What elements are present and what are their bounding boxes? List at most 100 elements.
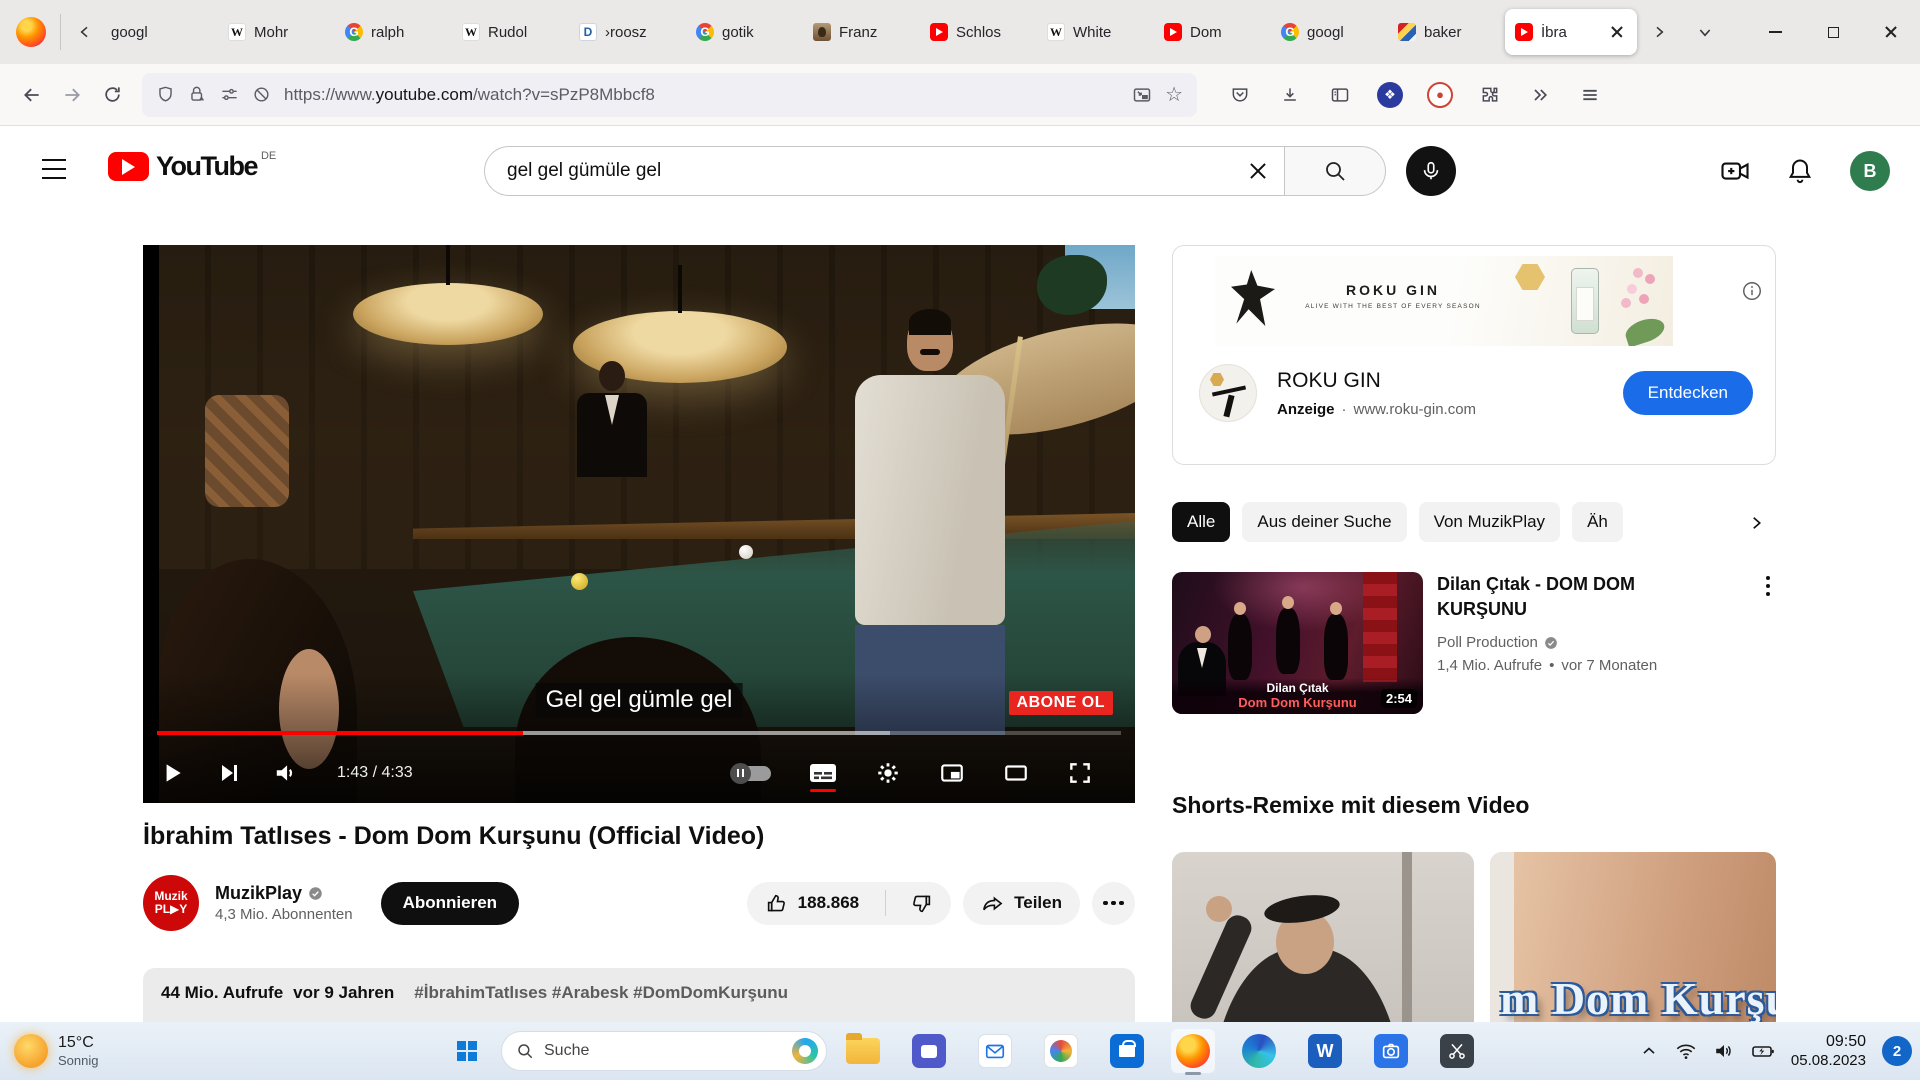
firefox-taskbar-button[interactable] bbox=[1171, 1029, 1215, 1073]
browser-tab[interactable]: googl bbox=[101, 9, 218, 55]
reload-button[interactable] bbox=[92, 75, 132, 115]
overflow-menu-button[interactable] bbox=[1519, 75, 1561, 115]
list-all-tabs-button[interactable] bbox=[1689, 12, 1721, 52]
subscribe-button[interactable]: Abonnieren bbox=[381, 882, 519, 925]
mail-button[interactable] bbox=[973, 1029, 1017, 1073]
hashtags[interactable]: #İbrahimTatlıses #Arabesk #DomDomKurşunu bbox=[414, 983, 788, 1003]
description-box[interactable]: 44 Mio. Aufrufe vor 9 Jahren #İbrahimTat… bbox=[143, 968, 1135, 1022]
wifi-icon[interactable] bbox=[1675, 1040, 1697, 1062]
extension-blue-button[interactable]: ❖ bbox=[1369, 75, 1411, 115]
camera-app-button[interactable] bbox=[1369, 1029, 1413, 1073]
app-menu-button[interactable] bbox=[1569, 75, 1611, 115]
bookmark-star-icon[interactable]: ☆ bbox=[1165, 82, 1183, 107]
next-video-icon[interactable] bbox=[217, 761, 241, 785]
blocked-permission-icon[interactable] bbox=[252, 85, 271, 104]
dislike-button[interactable] bbox=[896, 892, 951, 915]
suggested-title[interactable]: Dilan Çıtak - DOM DOM KURŞUNU bbox=[1437, 572, 1719, 622]
forward-button[interactable] bbox=[52, 75, 92, 115]
share-button[interactable]: Teilen bbox=[963, 882, 1080, 925]
volume-icon[interactable] bbox=[273, 760, 299, 786]
shield-icon[interactable] bbox=[156, 85, 175, 104]
create-video-icon[interactable] bbox=[1720, 156, 1750, 186]
browser-tab[interactable]: Dom bbox=[1154, 9, 1271, 55]
pocket-button[interactable] bbox=[1219, 75, 1261, 115]
theater-mode-icon[interactable] bbox=[1003, 760, 1029, 786]
notification-count-badge[interactable]: 2 bbox=[1882, 1036, 1912, 1066]
scroll-tabs-right-button[interactable] bbox=[1643, 12, 1675, 52]
extension-red-button[interactable]: ● bbox=[1419, 75, 1461, 115]
clock[interactable]: 09:50 05.08.2023 bbox=[1791, 1032, 1866, 1070]
browser-tab[interactable]: WRudol bbox=[452, 9, 569, 55]
suggested-thumbnail[interactable]: Dilan Çıtak Dom Dom Kurşunu 2:54 bbox=[1172, 572, 1423, 714]
miniplayer-icon[interactable] bbox=[939, 760, 965, 786]
browser-tab[interactable]: Ggotik bbox=[686, 9, 803, 55]
sidebar-button[interactable] bbox=[1319, 75, 1361, 115]
back-button[interactable] bbox=[12, 75, 52, 115]
autoplay-toggle[interactable] bbox=[733, 766, 771, 781]
volume-tray-icon[interactable] bbox=[1713, 1040, 1735, 1062]
channel-avatar[interactable]: Muzik PL▶Y bbox=[143, 875, 199, 931]
chip-aehnliche[interactable]: Äh bbox=[1572, 502, 1623, 542]
photos-button[interactable] bbox=[1039, 1029, 1083, 1073]
play-button-icon[interactable] bbox=[159, 760, 185, 786]
browser-tab-active[interactable]: İbra bbox=[1505, 9, 1637, 55]
extensions-button[interactable] bbox=[1469, 75, 1511, 115]
suggested-video[interactable]: Dilan Çıtak Dom Dom Kurşunu 2:54 Dilan Ç… bbox=[1172, 572, 1776, 714]
account-avatar[interactable]: B bbox=[1850, 151, 1890, 191]
chip-aus-deiner-suche[interactable]: Aus deiner Suche bbox=[1242, 502, 1406, 542]
channel-name[interactable]: MuzikPlay bbox=[215, 883, 353, 904]
ad-info-button[interactable] bbox=[1741, 280, 1763, 302]
abone-ol-watermark[interactable]: ABONE OL bbox=[1009, 691, 1113, 715]
browser-tab[interactable]: WMohr bbox=[218, 9, 335, 55]
search-input[interactable] bbox=[484, 146, 1284, 196]
settings-gear-icon[interactable] bbox=[875, 760, 901, 786]
url-bar[interactable]: https://www.youtube.com/watch?v=sPzP8Mbb… bbox=[142, 73, 1197, 117]
subtitles-button[interactable] bbox=[809, 762, 837, 784]
ad-advertiser-avatar[interactable] bbox=[1199, 364, 1257, 422]
chip-von-muzikplay[interactable]: Von MuzikPlay bbox=[1419, 502, 1561, 542]
browser-tab[interactable]: Schlos bbox=[920, 9, 1037, 55]
battery-charging-icon[interactable] bbox=[1751, 1039, 1775, 1063]
browser-tab[interactable]: Franz bbox=[803, 9, 920, 55]
voice-search-button[interactable] bbox=[1406, 146, 1456, 196]
youtube-menu-button[interactable] bbox=[42, 159, 66, 179]
window-close-button[interactable] bbox=[1862, 0, 1920, 64]
browser-tab[interactable]: Gralph bbox=[335, 9, 452, 55]
ad-title[interactable]: ROKU GIN bbox=[1277, 369, 1476, 393]
teams-button[interactable] bbox=[907, 1029, 951, 1073]
word-button[interactable]: W bbox=[1303, 1029, 1347, 1073]
notifications-bell-icon[interactable] bbox=[1786, 157, 1814, 185]
more-actions-button[interactable] bbox=[1092, 882, 1135, 925]
chip-alle[interactable]: Alle bbox=[1172, 502, 1230, 542]
fullscreen-icon[interactable] bbox=[1067, 760, 1093, 786]
scroll-tabs-left-button[interactable] bbox=[69, 12, 101, 52]
clear-search-icon[interactable] bbox=[1246, 159, 1270, 183]
snipping-tool-button[interactable] bbox=[1435, 1029, 1479, 1073]
start-button[interactable] bbox=[447, 1031, 487, 1071]
search-button[interactable] bbox=[1284, 146, 1386, 196]
downloads-button[interactable] bbox=[1269, 75, 1311, 115]
picture-in-picture-icon[interactable] bbox=[1132, 85, 1152, 105]
ad-banner-image[interactable]: ROKU GIN ALIVE WITH THE BEST OF EVERY SE… bbox=[1215, 256, 1673, 346]
video-options-button[interactable] bbox=[1766, 576, 1770, 596]
chips-scroll-right-button[interactable] bbox=[1736, 503, 1776, 543]
browser-tab[interactable]: WWhite bbox=[1037, 9, 1154, 55]
store-button[interactable] bbox=[1105, 1029, 1149, 1073]
close-tab-icon[interactable] bbox=[1607, 22, 1627, 42]
lock-warning-icon[interactable] bbox=[188, 85, 207, 104]
url-text[interactable]: https://www.youtube.com/watch?v=sPzP8Mbb… bbox=[284, 85, 1119, 105]
suggested-channel[interactable]: Poll Production bbox=[1437, 634, 1776, 651]
shorts-remix-thumbnail[interactable] bbox=[1172, 852, 1474, 1022]
like-button[interactable]: 188.868 bbox=[747, 892, 875, 915]
progress-bar[interactable] bbox=[157, 731, 1121, 736]
file-explorer-button[interactable] bbox=[841, 1029, 885, 1073]
weather-widget[interactable]: 15°C Sonnig bbox=[0, 1034, 98, 1068]
edge-button[interactable] bbox=[1237, 1029, 1281, 1073]
video-player[interactable]: Gel gel gümle gel ABONE OL 1:43 / 4:33 bbox=[143, 245, 1135, 803]
browser-tab[interactable]: Ggoogl bbox=[1271, 9, 1388, 55]
window-maximize-button[interactable] bbox=[1804, 0, 1862, 64]
tray-chevron-up-icon[interactable] bbox=[1639, 1041, 1659, 1061]
shorts-remix-thumbnail[interactable]: m Dom Kurşun bbox=[1490, 852, 1776, 1022]
browser-tab[interactable]: baker bbox=[1388, 9, 1505, 55]
browser-tab[interactable]: D›roosz bbox=[569, 9, 686, 55]
